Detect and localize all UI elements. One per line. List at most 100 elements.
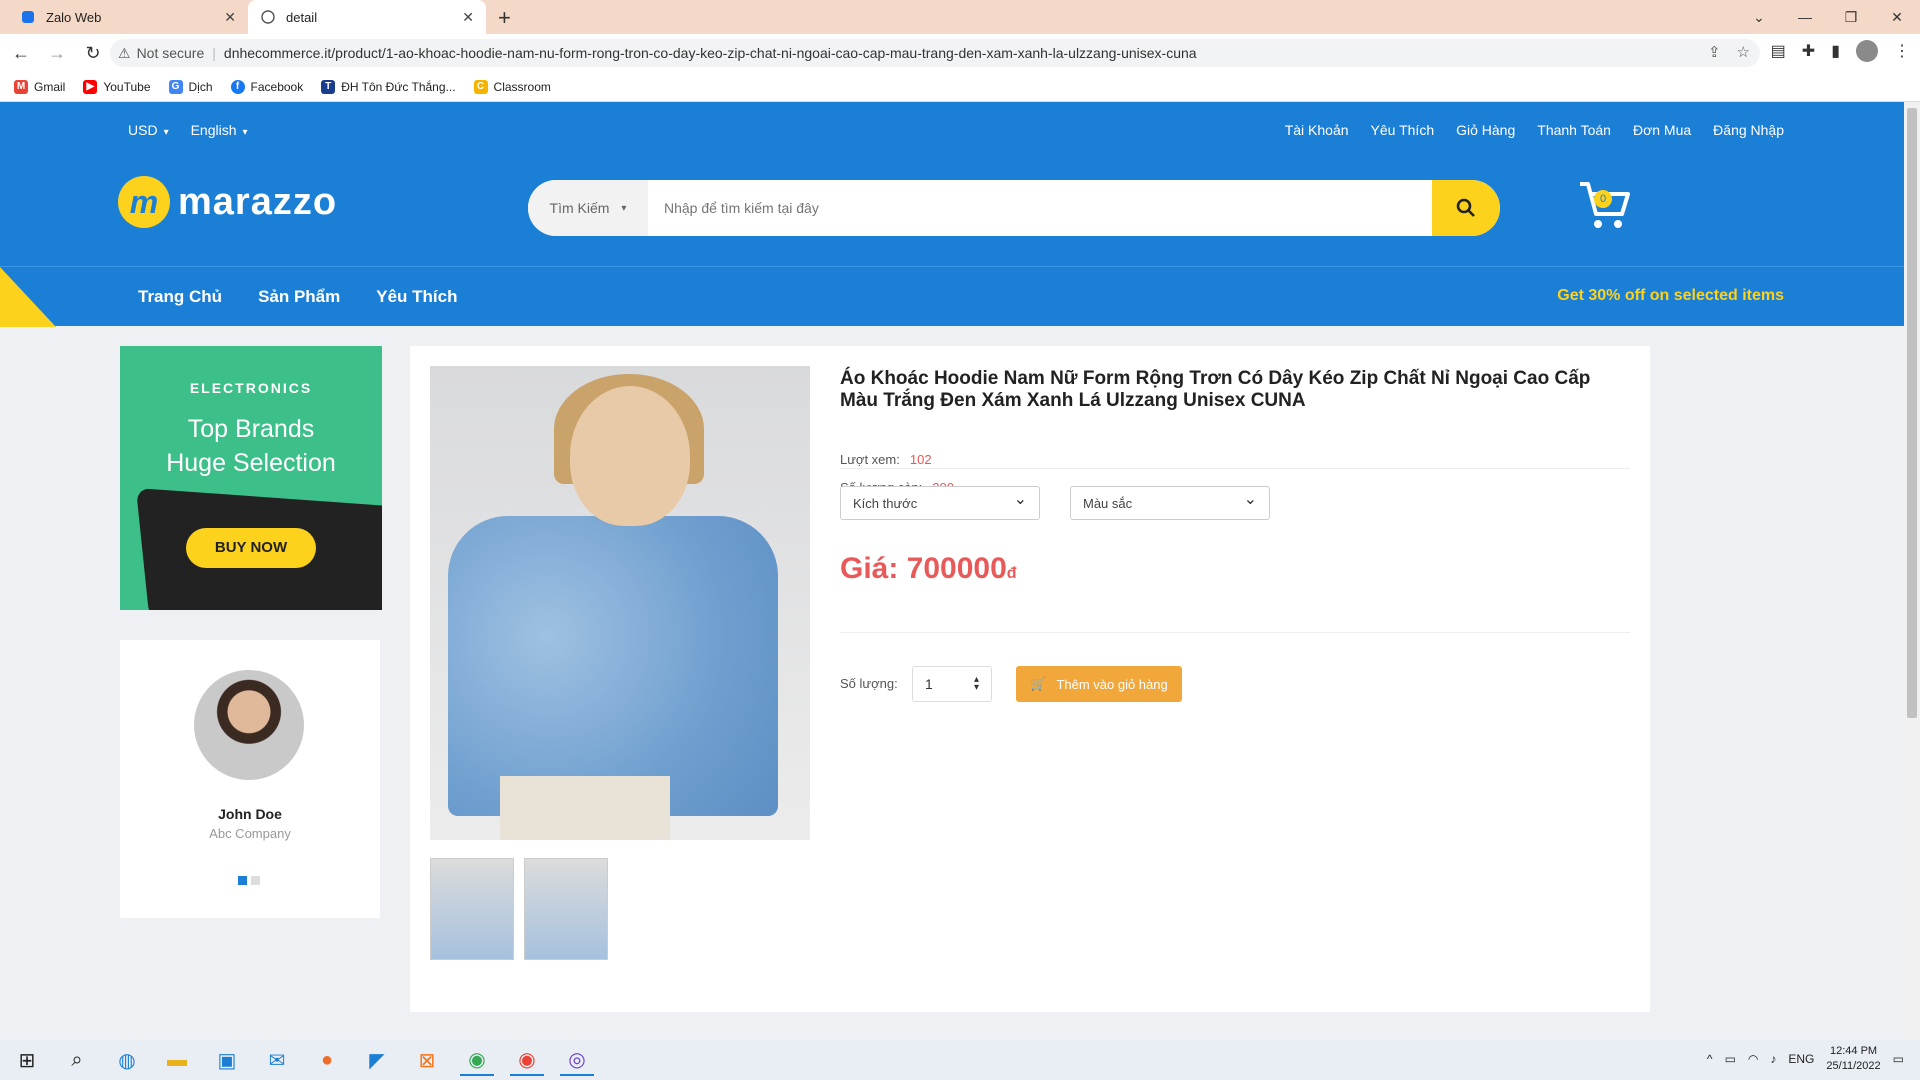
link-login[interactable]: Đăng Nhập bbox=[1713, 122, 1784, 138]
cart-button[interactable]: 0 bbox=[1576, 178, 1632, 234]
banner-category: ELECTRONICS bbox=[189, 380, 313, 396]
link-cart[interactable]: Giỏ Hàng bbox=[1456, 122, 1515, 138]
quantity-label: Số lượng: bbox=[840, 676, 898, 691]
forward-icon[interactable]: → bbox=[42, 38, 72, 68]
testimonial-avatar bbox=[194, 670, 304, 780]
color-select[interactable]: Màu sắc bbox=[1070, 486, 1270, 520]
new-tab-button[interactable]: + bbox=[498, 5, 511, 31]
bookmark-star-icon[interactable]: ☆ bbox=[1737, 43, 1750, 61]
add-to-cart-button[interactable]: 🛒 Thêm vào giỏ hàng bbox=[1016, 666, 1182, 702]
chrome-icon[interactable]: ◉ bbox=[460, 1044, 494, 1076]
close-window-icon[interactable]: ✕ bbox=[1874, 0, 1920, 34]
tab-detail[interactable]: detail ✕ bbox=[248, 0, 486, 34]
electronics-banner[interactable]: ELECTRONICS Top Brands Huge Selection BU… bbox=[120, 346, 382, 610]
back-icon[interactable]: ← bbox=[6, 38, 36, 68]
bookmark-label: Dịch bbox=[188, 79, 213, 94]
search-input[interactable] bbox=[648, 180, 1432, 236]
puzzle-icon[interactable]: ✚ bbox=[1802, 41, 1815, 61]
reload-icon[interactable]: ↻ bbox=[78, 38, 108, 68]
nav-favorites[interactable]: Yêu Thích bbox=[376, 287, 457, 307]
nav-home[interactable]: Trang Chủ bbox=[138, 287, 222, 307]
tab-search-icon[interactable]: ⌄ bbox=[1736, 0, 1782, 34]
link-wishlist[interactable]: Yêu Thích bbox=[1371, 122, 1435, 138]
carousel-dot[interactable] bbox=[251, 876, 260, 885]
chevron-up-icon[interactable]: ^ bbox=[1707, 1052, 1713, 1066]
file-explorer-icon[interactable]: ▬ bbox=[160, 1044, 194, 1076]
clock-time: 12:44 PM bbox=[1829, 1045, 1878, 1057]
web-page: USD English Tài Khoản Yêu Thích Giỏ Hàng… bbox=[0, 102, 1904, 1040]
link-checkout[interactable]: Thanh Toán bbox=[1537, 122, 1611, 138]
volume-icon[interactable]: ♪ bbox=[1770, 1052, 1776, 1066]
product-photo-pants bbox=[500, 776, 670, 840]
vscode-icon[interactable]: ◤ bbox=[360, 1044, 394, 1076]
product-thumbnail[interactable] bbox=[430, 858, 514, 960]
windows-start-icon[interactable]: ⊞ bbox=[10, 1044, 44, 1076]
bookmark-gmail[interactable]: M Gmail bbox=[14, 79, 66, 94]
site-logo[interactable]: m marazzo bbox=[118, 176, 337, 228]
bookmark-translate[interactable]: G Dịch bbox=[168, 79, 213, 94]
bookmark-tdtu[interactable]: T ĐH Tôn Đức Thắng... bbox=[321, 79, 456, 94]
language-indicator[interactable]: ENG bbox=[1788, 1052, 1814, 1066]
search-category-dropdown[interactable]: Tìm Kiếm bbox=[528, 180, 648, 236]
buy-now-button[interactable]: BUY NOW bbox=[186, 528, 316, 568]
restore-icon[interactable]: ❐ bbox=[1828, 0, 1874, 34]
postman-icon[interactable]: ● bbox=[310, 1044, 344, 1076]
link-account[interactable]: Tài Khoản bbox=[1285, 122, 1349, 138]
banner-line-1: Top Brands bbox=[187, 415, 315, 443]
link-orders[interactable]: Đơn Mua bbox=[1633, 122, 1691, 138]
profile-avatar[interactable] bbox=[1856, 40, 1878, 62]
omnibox[interactable]: ⚠ Not secure | dnhecommerce.it/product/1… bbox=[110, 39, 1760, 67]
store-icon[interactable]: ▣ bbox=[210, 1044, 244, 1076]
system-tray: ^ ▭ ◠ ♪ ENG 12:44 PM 25/11/2022 ▭ bbox=[1707, 1044, 1904, 1074]
classroom-icon: C bbox=[473, 79, 488, 94]
account-links: Tài Khoản Yêu Thích Giỏ Hàng Thanh Toán … bbox=[1285, 122, 1784, 138]
reading-icon[interactable]: ▤ bbox=[1771, 41, 1786, 61]
quantity-stepper[interactable]: 1 ▴ ▾ bbox=[912, 666, 992, 702]
banner-line-2: Huge Selection bbox=[166, 449, 336, 477]
minimize-icon[interactable]: — bbox=[1782, 0, 1828, 34]
carousel-dot-active[interactable] bbox=[238, 876, 247, 885]
product-thumbnail[interactable] bbox=[524, 858, 608, 960]
search-button[interactable] bbox=[1432, 180, 1500, 236]
bookmark-label: ĐH Tôn Đức Thắng... bbox=[341, 79, 456, 94]
url-text[interactable]: dnhecommerce.it/product/1-ao-khoac-hoodi… bbox=[224, 45, 1197, 61]
tab-zalo-web[interactable]: Zalo Web ✕ bbox=[8, 0, 248, 34]
bookmark-label: Gmail bbox=[34, 79, 66, 94]
nav-products[interactable]: Sản Phẩm bbox=[258, 287, 340, 307]
currency-dropdown[interactable]: USD bbox=[128, 122, 169, 138]
xampp-icon[interactable]: ⊠ bbox=[410, 1044, 444, 1076]
search-icon[interactable]: ⌕ bbox=[60, 1044, 94, 1076]
promo-text: Get 30% off on selected items bbox=[1557, 287, 1784, 304]
edge-icon[interactable]: ◍ bbox=[110, 1044, 144, 1076]
close-tab-icon[interactable]: ✕ bbox=[462, 9, 474, 26]
battery-icon[interactable]: ▭ bbox=[1725, 1052, 1736, 1066]
clock[interactable]: 12:44 PM 25/11/2022 bbox=[1826, 1044, 1880, 1074]
warning-icon[interactable]: ⚠ bbox=[118, 45, 131, 62]
bookmark-classroom[interactable]: C Classroom bbox=[473, 79, 551, 94]
product-main-image[interactable] bbox=[430, 366, 810, 840]
bookmark-facebook[interactable]: f Facebook bbox=[230, 79, 303, 94]
scrollbar-thumb[interactable] bbox=[1907, 108, 1917, 718]
menu-kebab-icon[interactable]: ⋮ bbox=[1894, 41, 1910, 61]
github-desktop-icon[interactable]: ◎ bbox=[560, 1044, 594, 1076]
notification-icon[interactable]: ▭ bbox=[1893, 1052, 1904, 1066]
divider: | bbox=[212, 45, 216, 61]
close-tab-icon[interactable]: ✕ bbox=[224, 9, 236, 26]
add-to-cart-label: Thêm vào giỏ hàng bbox=[1056, 676, 1168, 692]
sidepanel-icon[interactable]: ▮ bbox=[1831, 41, 1840, 61]
wifi-icon[interactable]: ◠ bbox=[1748, 1052, 1758, 1066]
translate-icon: G bbox=[168, 79, 183, 94]
testimonial-card: John Doe Abc Company bbox=[120, 640, 380, 918]
security-label[interactable]: Not secure bbox=[137, 45, 205, 61]
bookmark-youtube[interactable]: ▶ YouTube bbox=[83, 79, 151, 94]
share-icon[interactable]: ⇪ bbox=[1708, 43, 1721, 61]
language-dropdown[interactable]: English bbox=[191, 122, 248, 138]
size-select[interactable]: Kích thước bbox=[840, 486, 1040, 520]
stepper-arrows-icon[interactable]: ▴ ▾ bbox=[974, 675, 979, 693]
mail-icon[interactable]: ✉ bbox=[260, 1044, 294, 1076]
views-row: Lượt xem: 102 bbox=[840, 452, 932, 467]
clock-date: 25/11/2022 bbox=[1826, 1060, 1881, 1072]
product-title: Áo Khoác Hoodie Nam Nữ Form Rộng Trơn Có… bbox=[840, 368, 1591, 411]
page-scrollbar[interactable] bbox=[1904, 102, 1920, 1040]
chrome-profile-icon[interactable]: ◉ bbox=[510, 1044, 544, 1076]
